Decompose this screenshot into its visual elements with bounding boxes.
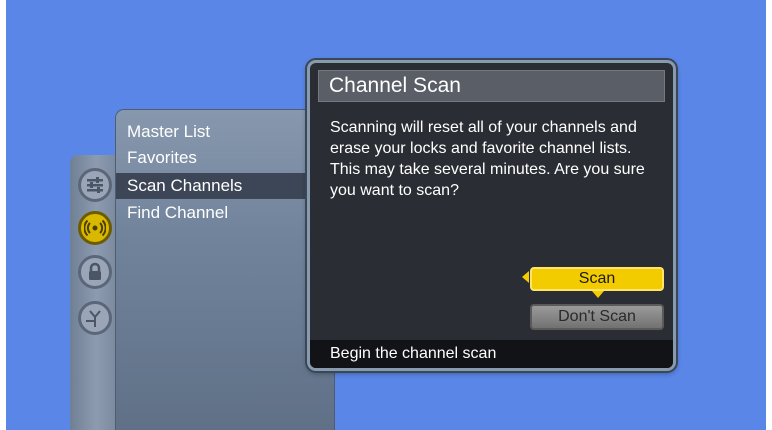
menu-item-label: Favorites: [127, 148, 197, 167]
status-bar: Begin the channel scan: [310, 340, 673, 368]
menu-item-label: Scan Channels: [127, 176, 243, 195]
dialog-title: Channel Scan: [318, 70, 665, 102]
focus-arrow-left-icon: [522, 271, 529, 283]
broadcast-antenna-icon[interactable]: [78, 211, 112, 245]
icon-rail: [70, 155, 118, 430]
scan-button[interactable]: Scan: [530, 267, 664, 291]
menu-item-scan-channels[interactable]: Scan Channels: [116, 173, 334, 199]
lock-icon[interactable]: [78, 255, 112, 289]
focus-arrow-down-icon: [592, 291, 604, 298]
menu-item-favorites[interactable]: Favorites: [116, 145, 334, 171]
menu-item-label: Find Channel: [127, 203, 229, 222]
dont-scan-button[interactable]: Don't Scan: [530, 304, 664, 330]
channels-menu: Master List Favorites Scan Channels Find…: [116, 110, 334, 430]
parental-controls-icon[interactable]: [78, 301, 112, 335]
settings-sliders-icon[interactable]: [78, 168, 112, 202]
menu-item-label: Master List: [127, 122, 211, 141]
menu-item-master-list[interactable]: Master List: [116, 119, 334, 145]
channel-scan-dialog: Channel Scan Scanning will reset all of …: [307, 60, 676, 371]
dialog-message: Scanning will reset all of your channels…: [330, 119, 645, 199]
menu-item-find-channel[interactable]: Find Channel: [116, 200, 334, 226]
